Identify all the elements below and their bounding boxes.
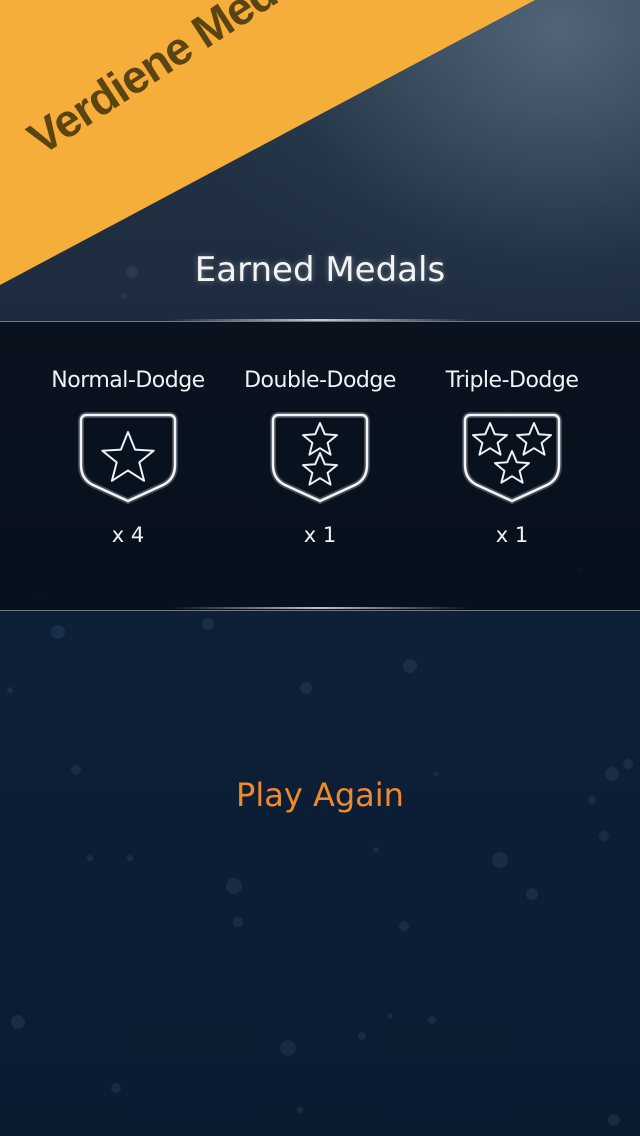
shield-three-stars-icon [462, 412, 562, 505]
medals-panel: Normal-Dodge x 4 Double-Dodge x 1 Triple… [0, 321, 640, 611]
medal-count: x 1 [303, 523, 337, 547]
page-title: Earned Medals [194, 250, 446, 290]
divider-glow-bottom [170, 607, 470, 609]
shield-one-star-icon [78, 412, 178, 505]
shield-two-stars-icon [270, 412, 370, 505]
medal-name: Triple-Dodge [445, 368, 579, 393]
play-again-button[interactable]: Play Again [220, 776, 420, 814]
medal-name: Normal-Dodge [51, 368, 205, 393]
medal-count: x 1 [495, 523, 529, 547]
medal-name: Double-Dodge [244, 368, 396, 393]
medal-count: x 4 [111, 523, 145, 547]
medal-double-dodge: Double-Dodge x 1 [220, 368, 420, 547]
earn-medals-ribbon [0, 0, 535, 285]
medal-normal-dodge: Normal-Dodge x 4 [28, 368, 228, 547]
medal-triple-dodge: Triple-Dodge x 1 [412, 368, 612, 547]
